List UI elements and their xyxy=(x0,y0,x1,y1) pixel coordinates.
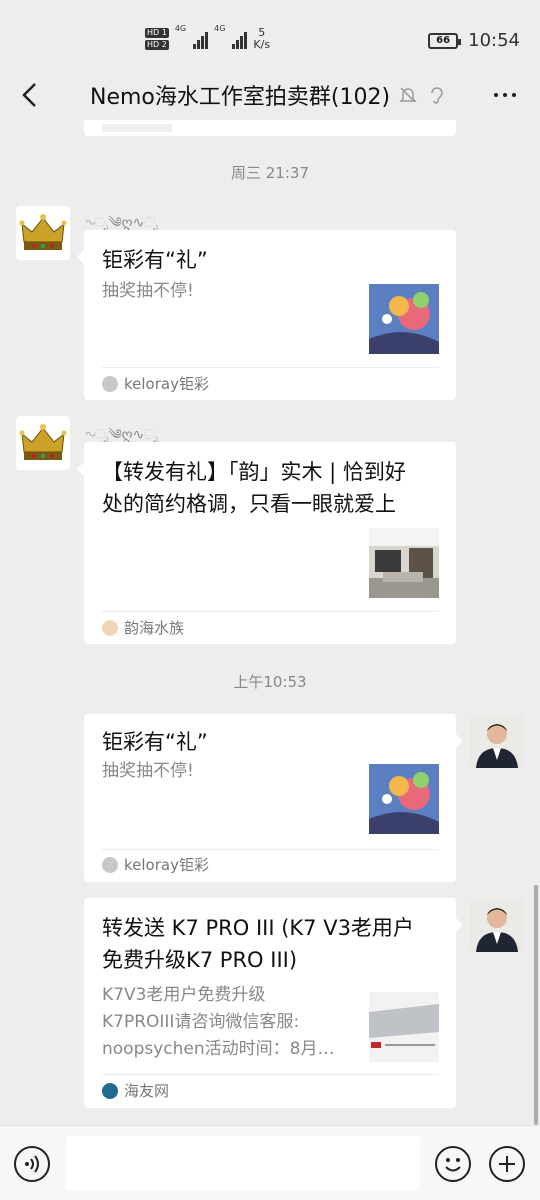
card-title-line-1: 转发送 K7 PRO III (K7 V3老用户 xyxy=(102,916,414,940)
source-icon xyxy=(102,619,118,636)
timestamp: 上午10:53 xyxy=(233,673,307,691)
chat-header: Nemo海水工作室拍卖群(102) xyxy=(0,70,540,120)
avatar[interactable] xyxy=(16,206,70,260)
hd-icon: HD 1 HD 2 xyxy=(145,28,169,50)
avatar[interactable] xyxy=(16,416,70,470)
card-description: 抽奖抽不停! xyxy=(102,761,194,781)
card-thumbnail xyxy=(369,764,439,834)
source-icon xyxy=(102,1082,118,1099)
card-source: keloray钜彩 xyxy=(124,856,209,874)
back-button[interactable] xyxy=(14,80,44,110)
mute-bell-icon xyxy=(399,87,417,103)
network-type-1: 4G xyxy=(174,24,187,33)
link-card[interactable]: 转发送 K7 PRO III (K7 V3老用户 免费升级K7 PRO III)… xyxy=(84,898,463,1108)
ear-icon xyxy=(431,87,443,104)
card-title-line-2: 免费升级K7 PRO III) xyxy=(102,948,298,972)
chat-title: Nemo海水工作室拍卖群(102) xyxy=(90,85,391,110)
source-icon xyxy=(102,856,118,873)
smiley-icon xyxy=(445,1158,461,1172)
link-card[interactable]: 钜彩有“礼” 抽奖抽不停! keloray钜彩 xyxy=(77,230,456,400)
signal-icon xyxy=(193,29,209,49)
input-bar xyxy=(0,1125,540,1200)
avatar-self[interactable] xyxy=(470,898,524,952)
emoji-button[interactable] xyxy=(435,1146,471,1182)
card-description-line-1: K7V3老用户免费升级 xyxy=(102,985,266,1005)
timestamp: 周三 21:37 xyxy=(231,164,309,182)
chat-area[interactable]: 周三 21:37 ∿ೃ༄ღ∿ೃ 钜彩有“礼” 抽奖抽不停! keloray钜彩 … xyxy=(0,120,540,1125)
person-icon xyxy=(470,714,524,768)
network-speed: 5 K/s xyxy=(253,26,271,51)
status-indicators: HD 1 HD 2 4G 4G 5 K/s xyxy=(145,24,270,54)
card-thumbnail xyxy=(369,992,439,1062)
card-thumbnail xyxy=(369,528,439,598)
card-thumbnail xyxy=(369,284,439,354)
source-icon xyxy=(102,375,118,392)
signal-icon-2 xyxy=(232,29,248,49)
battery-icon: 66 xyxy=(428,32,462,49)
card-source: 韵海水族 xyxy=(124,619,185,637)
scrollbar[interactable] xyxy=(534,885,538,1125)
card-description-line-3: noopsychen活动时间：8月… xyxy=(102,1039,335,1059)
network-type-2: 4G xyxy=(214,24,226,33)
chevron-left-icon xyxy=(22,83,36,107)
card-title: 钜彩有“礼” xyxy=(102,730,208,754)
card-title-line-1: 【转发有礼】「韵」实木 | 恰到好 xyxy=(102,460,406,484)
voice-button[interactable] xyxy=(14,1146,50,1182)
more-options-button[interactable] xyxy=(490,82,520,108)
more-functions-button[interactable] xyxy=(489,1146,525,1182)
avatar-self[interactable] xyxy=(470,714,524,768)
plus-icon xyxy=(499,1156,515,1172)
status-bar: HD 1 HD 2 4G 4G 5 K/s 66 10:54 xyxy=(0,0,540,70)
card-source: 海友网 xyxy=(124,1082,170,1100)
crown-icon xyxy=(19,424,67,460)
previous-message-card[interactable] xyxy=(84,120,456,136)
message-input[interactable] xyxy=(66,1136,420,1190)
card-title: 钜彩有“礼” xyxy=(102,248,208,272)
link-card[interactable]: 钜彩有“礼” 抽奖抽不停! keloray钜彩 xyxy=(84,714,463,882)
voice-icon xyxy=(25,1155,39,1173)
card-title-line-2: 处的简约格调，只看一眼就爱上 xyxy=(102,492,396,516)
card-source: keloray钜彩 xyxy=(124,375,209,393)
card-description-line-2: K7PROIII请咨询微信客服: xyxy=(102,1012,300,1032)
person-icon xyxy=(470,898,524,952)
crown-icon xyxy=(19,214,67,250)
link-card[interactable]: 【转发有礼】「韵」实木 | 恰到好 处的简约格调，只看一眼就爱上 韵海水族 xyxy=(77,442,456,644)
clock: 10:54 xyxy=(468,30,520,51)
card-description: 抽奖抽不停! xyxy=(102,281,194,301)
